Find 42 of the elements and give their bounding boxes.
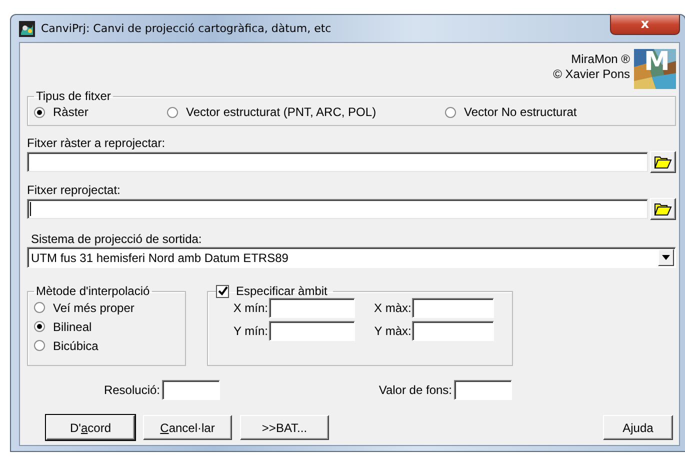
- window-title: CanviPrj: Canvi de projecció cartogràfica, dàtum, etc: [41, 22, 332, 35]
- field-label: Y mín:: [232, 324, 269, 338]
- app-icon: [19, 20, 35, 36]
- input-field[interactable]: [27, 199, 648, 219]
- projection-dropdown[interactable]: UTM fus 31 hemisferi Nord amb Datum ETRS89: [27, 247, 676, 268]
- help-button[interactable]: Ajuda: [603, 415, 673, 440]
- field-label: Fitxer ràster a reprojectar:: [27, 136, 166, 150]
- radio-option[interactable]: Ràster: [34, 103, 167, 121]
- dialog-button[interactable]: D'acord: [46, 415, 135, 440]
- radio-option[interactable]: Bicúbica: [34, 336, 179, 355]
- group-label: Tipus de fitxer: [35, 89, 112, 103]
- dialog-button[interactable]: Cancel·lar: [143, 415, 232, 440]
- input-field[interactable]: [27, 152, 648, 172]
- group-label: Mètode d'interpolació: [35, 284, 151, 298]
- field-label: Y màx:: [373, 324, 412, 338]
- credit-text: MiraMon ®: [571, 52, 630, 67]
- dialog-button[interactable]: >>BAT...: [240, 415, 329, 440]
- field-label: X mín:: [232, 301, 269, 315]
- radio-option[interactable]: Vector estructurat (PNT, ARC, POL): [167, 103, 445, 121]
- input-field[interactable]: [412, 321, 494, 341]
- field-label: X màx:: [372, 301, 412, 315]
- extent-checkbox[interactable]: Especificar àmbit: [216, 284, 328, 298]
- logo-text: M: [644, 47, 670, 77]
- field-label: Sistema de projecció de sortida:: [31, 232, 203, 246]
- input-field[interactable]: [269, 321, 355, 341]
- radio-option[interactable]: Veí més proper: [34, 298, 179, 317]
- radio-option[interactable]: Bilineal: [34, 317, 179, 336]
- logo-drawing: [634, 49, 676, 89]
- radio-option[interactable]: Vector No estructurat: [445, 103, 577, 121]
- field-label: Fitxer reprojectat:: [27, 183, 122, 197]
- dropdown-arrow-icon: [662, 255, 670, 260]
- browse-button[interactable]: [650, 151, 676, 173]
- input-field[interactable]: [454, 380, 512, 400]
- field-label: Valor de fons:: [378, 383, 452, 397]
- input-field[interactable]: [269, 298, 355, 318]
- close-button[interactable]: x: [610, 15, 680, 35]
- field-label: Resolució:: [102, 383, 160, 397]
- credit-text: © Xavier Pons: [553, 67, 630, 82]
- input-field[interactable]: [412, 298, 494, 318]
- browse-button[interactable]: [650, 198, 676, 220]
- input-field[interactable]: [162, 380, 220, 400]
- check-icon: [218, 286, 228, 296]
